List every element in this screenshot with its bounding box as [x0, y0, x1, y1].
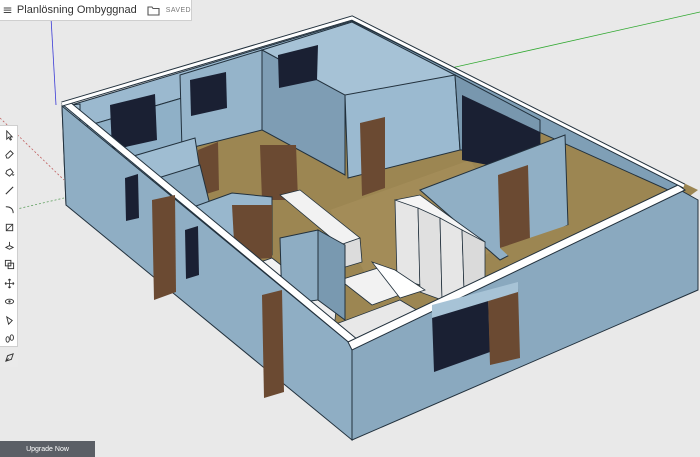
3d-viewport[interactable] [0, 0, 700, 457]
eraser-tool-icon[interactable] [0, 145, 18, 164]
model-canvas [0, 0, 700, 442]
move-tool-icon[interactable] [0, 274, 18, 293]
section-plane-tool-icon[interactable] [0, 348, 18, 367]
hamburger-menu-icon[interactable]: ≡ [2, 0, 13, 21]
cabinet-3 [439, 217, 465, 301]
left-toolbar [0, 125, 18, 367]
folder-icon[interactable] [147, 0, 160, 21]
cabinet-2 [417, 207, 443, 301]
save-status: SAVED [165, 6, 191, 14]
tape-measure-tool-icon[interactable] [0, 311, 18, 330]
door-room-c [360, 117, 385, 196]
walk-tool-icon[interactable] [0, 330, 18, 349]
window-left-1 [125, 174, 139, 221]
arc-tool-icon[interactable] [0, 200, 18, 219]
door-right-room [498, 165, 530, 248]
rectangle-tool-icon[interactable] [0, 219, 18, 238]
document-title[interactable]: Planlösning Ombyggnad [17, 4, 137, 16]
title-bar: ≡ Planlösning Ombyggnad SAVED [0, 0, 192, 21]
line-tool-icon[interactable] [0, 182, 18, 201]
door-left-2 [262, 290, 284, 398]
orbit-tool-icon[interactable] [0, 293, 18, 312]
green-axis-line [419, 11, 700, 76]
door-left-1 [152, 195, 176, 300]
window-left-2 [185, 226, 199, 279]
upgrade-now-button[interactable]: Upgrade Now [0, 441, 95, 457]
select-tool-icon[interactable] [0, 126, 18, 145]
push-pull-tool-icon[interactable] [0, 237, 18, 256]
paint-bucket-tool-icon[interactable] [0, 163, 18, 182]
offset-tool-icon[interactable] [0, 256, 18, 275]
